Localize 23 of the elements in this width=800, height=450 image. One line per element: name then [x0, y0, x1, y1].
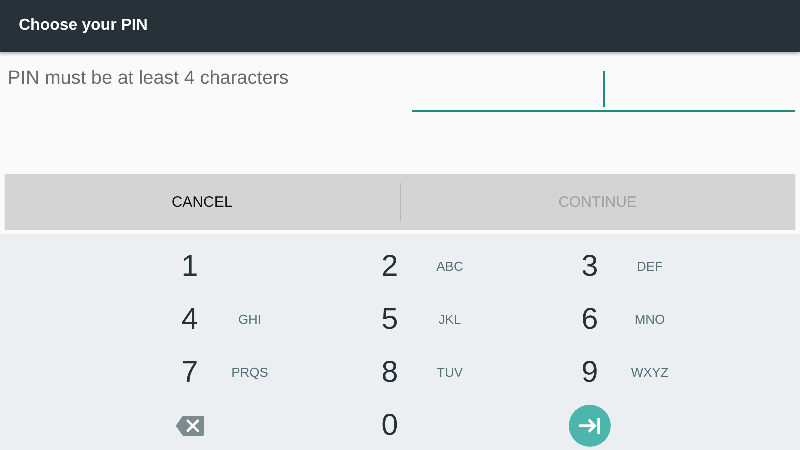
key-letters: MNO	[634, 312, 666, 327]
key-letters: GHI	[237, 312, 263, 327]
backspace-icon[interactable]	[175, 414, 205, 436]
enter-button[interactable]	[568, 404, 612, 448]
digit-key[interactable]: 0	[382, 408, 398, 442]
digit-key[interactable]: 4	[182, 302, 198, 336]
digit-key[interactable]: 6	[582, 302, 598, 336]
key-letters: PRQS	[230, 365, 270, 380]
window-title: Choose your PIN	[19, 17, 148, 35]
key-letters: WXYZ	[630, 365, 670, 380]
digit-key[interactable]: 7	[182, 356, 198, 390]
digit-key[interactable]: 8	[382, 356, 398, 390]
hint-text: PIN must be at least 4 characters	[8, 68, 289, 90]
key-letters: ABC	[436, 259, 464, 274]
digit-key[interactable]: 3	[582, 250, 598, 284]
digit-key[interactable]: 1	[182, 250, 198, 284]
digit-key[interactable]: 2	[382, 250, 398, 284]
digit-key[interactable]: 9	[582, 356, 598, 390]
key-letters: JKL	[438, 312, 462, 327]
key-letters: TUV	[436, 365, 464, 380]
digit-key[interactable]: 5	[382, 302, 398, 336]
cancel-button[interactable]: CANCEL	[5, 174, 400, 230]
key-letters: DEF	[636, 259, 664, 274]
